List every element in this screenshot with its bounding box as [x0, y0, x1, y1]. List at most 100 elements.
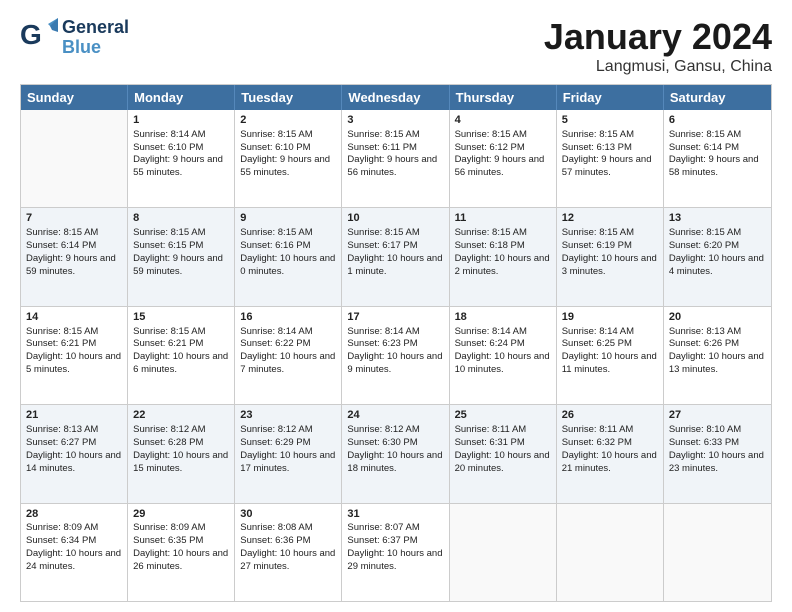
cal-cell-5-1: 28Sunrise: 8:09 AMSunset: 6:34 PMDayligh… [21, 504, 128, 601]
cal-cell-5-5 [450, 504, 557, 601]
day-info: Sunrise: 8:14 AMSunset: 6:22 PMDaylight:… [240, 326, 335, 375]
day-info: Sunrise: 8:15 AMSunset: 6:13 PMDaylight:… [562, 129, 652, 178]
cal-cell-2-2: 8Sunrise: 8:15 AMSunset: 6:15 PMDaylight… [128, 208, 235, 305]
day-info: Sunrise: 8:14 AMSunset: 6:10 PMDaylight:… [133, 129, 223, 178]
day-info: Sunrise: 8:14 AMSunset: 6:25 PMDaylight:… [562, 326, 657, 375]
header: G General Blue January 2024 Langmusi, Ga… [20, 16, 772, 76]
cal-cell-4-7: 27Sunrise: 8:10 AMSunset: 6:33 PMDayligh… [664, 405, 771, 502]
cal-cell-5-4: 31Sunrise: 8:07 AMSunset: 6:37 PMDayligh… [342, 504, 449, 601]
day-info: Sunrise: 8:15 AMSunset: 6:21 PMDaylight:… [26, 326, 121, 375]
calendar-row-5: 28Sunrise: 8:09 AMSunset: 6:34 PMDayligh… [21, 503, 771, 601]
day-number: 26 [562, 408, 658, 423]
day-number: 22 [133, 408, 229, 423]
day-info: Sunrise: 8:12 AMSunset: 6:28 PMDaylight:… [133, 424, 228, 473]
calendar-row-4: 21Sunrise: 8:13 AMSunset: 6:27 PMDayligh… [21, 404, 771, 502]
logo: G General Blue [20, 16, 129, 59]
header-tuesday: Tuesday [235, 85, 342, 110]
day-number: 18 [455, 310, 551, 325]
day-info: Sunrise: 8:14 AMSunset: 6:24 PMDaylight:… [455, 326, 550, 375]
day-number: 20 [669, 310, 766, 325]
logo-text: General Blue [62, 18, 129, 58]
day-info: Sunrise: 8:11 AMSunset: 6:31 PMDaylight:… [455, 424, 550, 473]
day-number: 10 [347, 211, 443, 226]
cal-cell-5-7 [664, 504, 771, 601]
day-info: Sunrise: 8:15 AMSunset: 6:20 PMDaylight:… [669, 227, 764, 276]
cal-cell-3-5: 18Sunrise: 8:14 AMSunset: 6:24 PMDayligh… [450, 307, 557, 404]
header-friday: Friday [557, 85, 664, 110]
day-number: 7 [26, 211, 122, 226]
cal-cell-1-7: 6Sunrise: 8:15 AMSunset: 6:14 PMDaylight… [664, 110, 771, 207]
cal-cell-4-5: 25Sunrise: 8:11 AMSunset: 6:31 PMDayligh… [450, 405, 557, 502]
day-number: 24 [347, 408, 443, 423]
cal-cell-1-4: 3Sunrise: 8:15 AMSunset: 6:11 PMDaylight… [342, 110, 449, 207]
day-info: Sunrise: 8:14 AMSunset: 6:23 PMDaylight:… [347, 326, 442, 375]
calendar: Sunday Monday Tuesday Wednesday Thursday… [20, 84, 772, 602]
cal-cell-4-4: 24Sunrise: 8:12 AMSunset: 6:30 PMDayligh… [342, 405, 449, 502]
day-info: Sunrise: 8:15 AMSunset: 6:14 PMDaylight:… [669, 129, 759, 178]
day-number: 1 [133, 113, 229, 128]
day-info: Sunrise: 8:11 AMSunset: 6:32 PMDaylight:… [562, 424, 657, 473]
day-info: Sunrise: 8:09 AMSunset: 6:35 PMDaylight:… [133, 522, 228, 571]
day-info: Sunrise: 8:13 AMSunset: 6:27 PMDaylight:… [26, 424, 121, 473]
calendar-body: 1Sunrise: 8:14 AMSunset: 6:10 PMDaylight… [21, 110, 771, 601]
day-number: 27 [669, 408, 766, 423]
subtitle: Langmusi, Gansu, China [544, 58, 772, 76]
cal-cell-3-4: 17Sunrise: 8:14 AMSunset: 6:23 PMDayligh… [342, 307, 449, 404]
day-number: 12 [562, 211, 658, 226]
cal-cell-2-6: 12Sunrise: 8:15 AMSunset: 6:19 PMDayligh… [557, 208, 664, 305]
header-wednesday: Wednesday [342, 85, 449, 110]
day-number: 19 [562, 310, 658, 325]
cal-cell-4-1: 21Sunrise: 8:13 AMSunset: 6:27 PMDayligh… [21, 405, 128, 502]
cal-cell-3-3: 16Sunrise: 8:14 AMSunset: 6:22 PMDayligh… [235, 307, 342, 404]
day-info: Sunrise: 8:15 AMSunset: 6:11 PMDaylight:… [347, 129, 437, 178]
title-block: January 2024 Langmusi, Gansu, China [544, 16, 772, 76]
day-number: 31 [347, 507, 443, 522]
calendar-row-2: 7Sunrise: 8:15 AMSunset: 6:14 PMDaylight… [21, 207, 771, 305]
day-number: 2 [240, 113, 336, 128]
page: G General Blue January 2024 Langmusi, Ga… [0, 0, 792, 612]
day-info: Sunrise: 8:15 AMSunset: 6:17 PMDaylight:… [347, 227, 442, 276]
cal-cell-1-6: 5Sunrise: 8:15 AMSunset: 6:13 PMDaylight… [557, 110, 664, 207]
cal-cell-3-1: 14Sunrise: 8:15 AMSunset: 6:21 PMDayligh… [21, 307, 128, 404]
calendar-row-3: 14Sunrise: 8:15 AMSunset: 6:21 PMDayligh… [21, 306, 771, 404]
day-info: Sunrise: 8:15 AMSunset: 6:12 PMDaylight:… [455, 129, 545, 178]
day-info: Sunrise: 8:13 AMSunset: 6:26 PMDaylight:… [669, 326, 764, 375]
cal-cell-1-5: 4Sunrise: 8:15 AMSunset: 6:12 PMDaylight… [450, 110, 557, 207]
cal-cell-2-5: 11Sunrise: 8:15 AMSunset: 6:18 PMDayligh… [450, 208, 557, 305]
day-info: Sunrise: 8:09 AMSunset: 6:34 PMDaylight:… [26, 522, 121, 571]
day-number: 16 [240, 310, 336, 325]
day-info: Sunrise: 8:15 AMSunset: 6:19 PMDaylight:… [562, 227, 657, 276]
cal-cell-1-1 [21, 110, 128, 207]
day-info: Sunrise: 8:12 AMSunset: 6:30 PMDaylight:… [347, 424, 442, 473]
day-number: 21 [26, 408, 122, 423]
day-number: 30 [240, 507, 336, 522]
cal-cell-3-6: 19Sunrise: 8:14 AMSunset: 6:25 PMDayligh… [557, 307, 664, 404]
day-info: Sunrise: 8:08 AMSunset: 6:36 PMDaylight:… [240, 522, 335, 571]
day-number: 15 [133, 310, 229, 325]
cal-cell-3-7: 20Sunrise: 8:13 AMSunset: 6:26 PMDayligh… [664, 307, 771, 404]
day-number: 17 [347, 310, 443, 325]
day-number: 5 [562, 113, 658, 128]
day-info: Sunrise: 8:15 AMSunset: 6:18 PMDaylight:… [455, 227, 550, 276]
cal-cell-1-3: 2Sunrise: 8:15 AMSunset: 6:10 PMDaylight… [235, 110, 342, 207]
cal-cell-5-2: 29Sunrise: 8:09 AMSunset: 6:35 PMDayligh… [128, 504, 235, 601]
svg-text:G: G [20, 19, 42, 50]
cal-cell-5-6 [557, 504, 664, 601]
cal-cell-3-2: 15Sunrise: 8:15 AMSunset: 6:21 PMDayligh… [128, 307, 235, 404]
day-info: Sunrise: 8:07 AMSunset: 6:37 PMDaylight:… [347, 522, 442, 571]
day-number: 9 [240, 211, 336, 226]
day-number: 6 [669, 113, 766, 128]
day-info: Sunrise: 8:15 AMSunset: 6:14 PMDaylight:… [26, 227, 116, 276]
header-thursday: Thursday [450, 85, 557, 110]
cal-cell-2-3: 9Sunrise: 8:15 AMSunset: 6:16 PMDaylight… [235, 208, 342, 305]
day-info: Sunrise: 8:10 AMSunset: 6:33 PMDaylight:… [669, 424, 764, 473]
day-info: Sunrise: 8:15 AMSunset: 6:15 PMDaylight:… [133, 227, 223, 276]
day-number: 11 [455, 211, 551, 226]
cal-cell-2-4: 10Sunrise: 8:15 AMSunset: 6:17 PMDayligh… [342, 208, 449, 305]
header-saturday: Saturday [664, 85, 771, 110]
day-info: Sunrise: 8:15 AMSunset: 6:21 PMDaylight:… [133, 326, 228, 375]
cal-cell-2-7: 13Sunrise: 8:15 AMSunset: 6:20 PMDayligh… [664, 208, 771, 305]
day-number: 29 [133, 507, 229, 522]
calendar-row-1: 1Sunrise: 8:14 AMSunset: 6:10 PMDaylight… [21, 110, 771, 207]
day-number: 4 [455, 113, 551, 128]
